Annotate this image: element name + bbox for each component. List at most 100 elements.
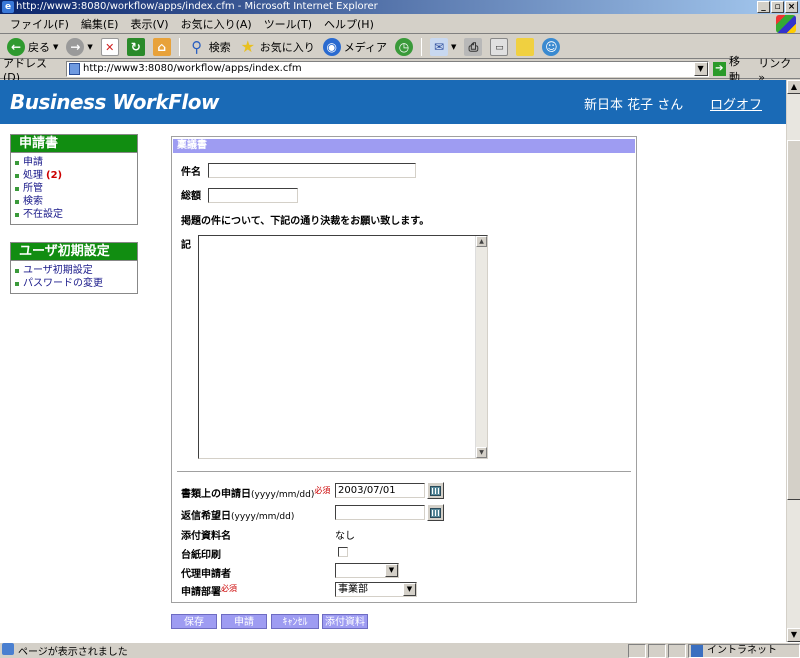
scroll-up-icon[interactable]: ▲ (787, 80, 800, 94)
menu-help[interactable]: ヘルプ(H) (318, 16, 380, 32)
status-bar: ページが表示されました イントラネット (0, 642, 800, 658)
nav-item-change-password[interactable]: パスワードの変更 (15, 277, 137, 290)
back-label: 戻る (28, 40, 50, 54)
attach-button[interactable]: 添付資料 (322, 614, 368, 629)
menu-favorites[interactable]: お気に入り(A) (175, 16, 258, 32)
refresh-button[interactable]: ↻ (124, 36, 148, 58)
department-select[interactable]: 事業部 ▼ (335, 582, 417, 597)
dropdown-arrow-icon[interactable]: ▼ (87, 43, 92, 51)
address-dropdown-button[interactable]: ▼ (693, 62, 708, 76)
browser-window: e http://www3:8080/workflow/apps/index.c… (0, 0, 800, 658)
status-text-area: ページが表示されました (0, 643, 628, 658)
nav-item-label: 処理 (23, 170, 43, 181)
stop-button[interactable]: ✕ (98, 36, 122, 58)
forward-button[interactable]: → ▼ (63, 36, 95, 58)
attachment-value: なし (335, 531, 355, 542)
note-label: 記 (181, 240, 191, 251)
status-text: ページが表示されました (18, 647, 128, 658)
menu-tools[interactable]: ツール(T) (258, 16, 318, 32)
user-name: 新日本 花子 さん (584, 98, 684, 113)
nav-item-label: ユーザ初期設定 (23, 265, 93, 276)
reply-date-input[interactable] (335, 505, 425, 520)
department-label-text: 申請部署 (181, 587, 221, 598)
dropdown-arrow-icon[interactable]: ▼ (451, 43, 456, 51)
dropdown-arrow-icon[interactable]: ▼ (53, 43, 58, 51)
print-icon: ⎙ (464, 37, 483, 56)
scroll-down-icon[interactable]: ▼ (476, 447, 487, 458)
menu-edit[interactable]: 編集(E) (75, 16, 125, 32)
apply-button[interactable]: 申請 (221, 614, 267, 629)
history-icon: ◷ (395, 37, 414, 56)
pending-count-badge: (2) (46, 170, 63, 181)
nav-item-absence-settings[interactable]: 不在設定 (15, 208, 137, 221)
history-button[interactable]: ◷ (392, 36, 416, 58)
scroll-down-icon[interactable]: ▼ (787, 628, 800, 642)
edit-button[interactable]: ▭ (487, 36, 511, 58)
logout-link[interactable]: ログオフ (710, 94, 762, 113)
back-arrow-icon: ← (7, 37, 25, 56)
chevron-down-icon[interactable]: ▼ (403, 583, 416, 596)
home-icon: ⌂ (152, 37, 171, 56)
note-textarea[interactable]: ▲ ▼ (198, 235, 488, 459)
reply-date-calendar-button[interactable] (427, 504, 444, 521)
print-button[interactable]: ⎙ (461, 36, 485, 58)
nav-item-user-settings[interactable]: ユーザ初期設定 (15, 264, 137, 277)
favorites-label: お気に入り (259, 40, 315, 54)
apply-date-label: 書類上の申請日(yyyy/mm/dd)必須 (181, 485, 330, 500)
application-nav-title: 申請書 (11, 135, 137, 153)
address-input[interactable]: http://www3:8080/workflow/apps/index.cfm… (66, 61, 709, 77)
bullet-icon (15, 160, 19, 165)
ledger-print-label: 台紙印刷 (181, 550, 221, 561)
restore-button[interactable]: ▫ (771, 1, 784, 13)
page-content: Business WorkFlow 新日本 花子 さん ログオフ 申請書 申請 … (0, 80, 786, 642)
cancel-button[interactable]: ｷｬﾝｾﾙ (271, 614, 319, 629)
minimize-button[interactable]: _ (757, 1, 770, 13)
messenger-icon: ☺ (542, 37, 561, 56)
address-url: http://www3:8080/workflow/apps/index.cfm (83, 63, 302, 74)
chevron-down-icon[interactable]: ▼ (385, 564, 398, 577)
window-title: http://www3:8080/workflow/apps/index.cfm… (16, 1, 378, 12)
star-icon: ★ (240, 36, 255, 56)
save-button[interactable]: 保存 (171, 614, 217, 629)
proxy-applicant-select[interactable]: ▼ (335, 563, 399, 578)
ledger-print-checkbox[interactable] (338, 547, 348, 557)
note-icon (516, 37, 535, 56)
menu-file[interactable]: ファイル(F) (4, 16, 75, 32)
nav-item-label: 不在設定 (23, 209, 63, 220)
scroll-up-icon[interactable]: ▲ (476, 236, 487, 247)
scroll-thumb[interactable] (787, 140, 800, 500)
stop-icon: ✕ (100, 37, 119, 56)
close-button[interactable]: × (785, 1, 798, 13)
user-settings-nav: ユーザ初期設定 ユーザ初期設定 パスワードの変更 (10, 242, 138, 294)
search-button[interactable]: ⚲ 検索 (185, 36, 234, 58)
menu-view[interactable]: 表示(V) (124, 16, 174, 32)
bullet-icon (15, 212, 19, 217)
bullet-icon (15, 281, 19, 286)
go-arrow-icon: ➔ (712, 62, 727, 76)
menu-bar: ファイル(F) 編集(E) 表示(V) お気に入り(A) ツール(T) ヘルプ(… (0, 14, 800, 34)
nav-item-process[interactable]: 処理 (2) (15, 169, 137, 182)
reply-date-label-text: 返信希望日 (181, 511, 231, 522)
messenger-button[interactable]: ☺ (539, 36, 563, 58)
discuss-button[interactable] (513, 36, 537, 58)
request-form-panel: 稟議書 件名 総額 掲題の件について、下記の通り決裁をお願い致します。 記 ▲ … (171, 136, 637, 603)
home-button[interactable]: ⌂ (150, 36, 174, 58)
department-value: 事業部 (338, 584, 368, 595)
apply-date-calendar-button[interactable] (427, 482, 444, 499)
nav-item-search[interactable]: 検索 (15, 195, 137, 208)
intranet-icon (691, 644, 703, 657)
nav-item-apply[interactable]: 申請 (15, 156, 137, 169)
nav-item-jurisdiction[interactable]: 所管 (15, 182, 137, 195)
favorites-button[interactable]: ★ お気に入り (236, 36, 318, 58)
textarea-scrollbar[interactable]: ▲ ▼ (475, 236, 487, 458)
nav-item-label: 検索 (23, 196, 43, 207)
toolbar: ← 戻る ▼ → ▼ ✕ ↻ ⌂ ⚲ 検索 ★ お気に入り ◉ メディア ◷ ✉… (0, 35, 800, 59)
media-button[interactable]: ◉ メディア (320, 36, 390, 58)
apply-date-input[interactable]: 2003/07/01 (335, 483, 425, 498)
page-scrollbar[interactable]: ▲ ▼ (786, 80, 800, 642)
subject-label: 件名 (181, 167, 201, 178)
mail-button[interactable]: ✉ ▼ (427, 36, 459, 58)
status-cell (628, 643, 646, 658)
amount-input[interactable] (208, 188, 298, 203)
subject-input[interactable] (208, 163, 416, 178)
